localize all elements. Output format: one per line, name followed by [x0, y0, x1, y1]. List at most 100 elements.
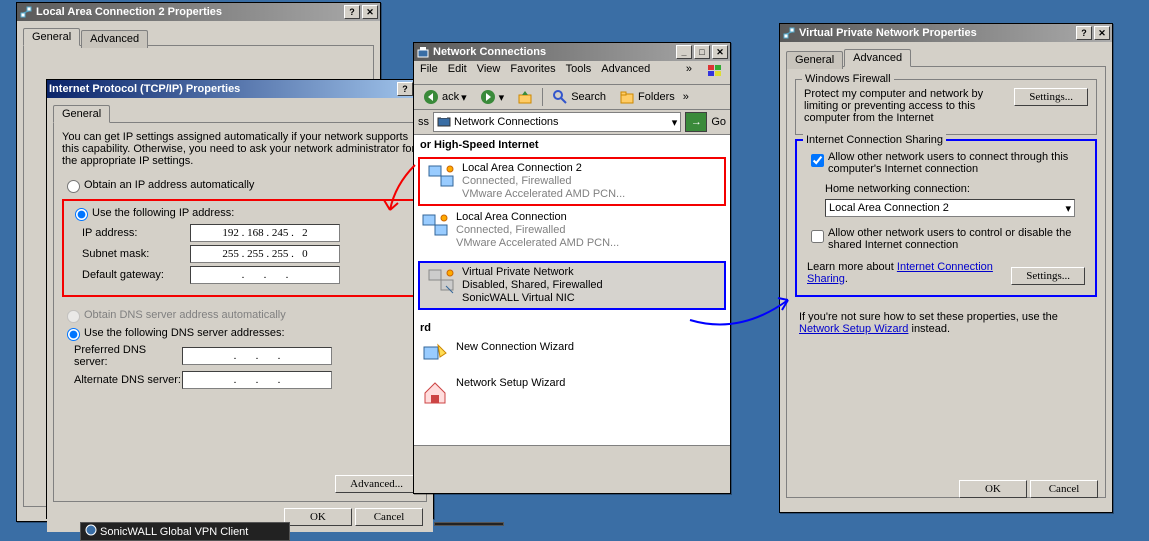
radio-static-dns[interactable]: [67, 328, 80, 341]
vpn-title: Virtual Private Network Properties: [799, 27, 977, 39]
conn-name: Local Area Connection 2: [462, 162, 625, 175]
lac-titlebar[interactable]: Local Area Connection 2 Properties ? ✕: [17, 3, 380, 21]
network-connections-window: Network Connections _ □ ✕ File Edit View…: [413, 42, 731, 494]
conn-status: Disabled, Shared, Firewalled: [462, 279, 603, 292]
address-bar: ss Network Connections ▾ → Go: [414, 110, 730, 135]
conn-name: Virtual Private Network: [462, 266, 603, 279]
address-field[interactable]: Network Connections ▾: [433, 112, 681, 132]
default-gateway-field[interactable]: [190, 266, 340, 284]
label-adns: Alternate DNS server:: [62, 374, 182, 386]
menu-edit[interactable]: Edit: [448, 63, 467, 82]
tab-general[interactable]: General: [53, 105, 110, 123]
menu-overflow-icon[interactable]: »: [686, 63, 692, 82]
cancel-button[interactable]: Cancel: [355, 508, 423, 526]
minimize-button[interactable]: _: [676, 45, 692, 59]
category-wizard: rd: [414, 318, 730, 338]
ip-address-field[interactable]: [190, 224, 340, 242]
cancel-button[interactable]: Cancel: [1030, 480, 1098, 498]
lan-disabled-icon: [426, 266, 456, 296]
conn-adapter: VMware Accelerated AMD PCN...: [456, 237, 619, 250]
label-static-dns: Use the following DNS server addresses:: [84, 327, 285, 339]
connection-item-vpn[interactable]: Virtual Private Network Disabled, Shared…: [418, 261, 726, 310]
label-ip: IP address:: [70, 227, 190, 239]
label-gateway: Default gateway:: [70, 269, 190, 281]
category-lan: or High-Speed Internet: [414, 135, 730, 155]
tab-general[interactable]: General: [23, 28, 80, 46]
legend-firewall: Windows Firewall: [802, 73, 894, 85]
home-connection-dropdown[interactable]: Local Area Connection 2 ▾: [825, 199, 1075, 217]
tcpip-properties-window: Internet Protocol (TCP/IP) Properties ? …: [46, 79, 434, 519]
network-setup-wizard-link[interactable]: Network Setup Wizard: [799, 323, 908, 335]
netconn-title: Network Connections: [433, 46, 546, 58]
toolbar: ack ▾ ▾ Search Folders »: [414, 85, 730, 110]
help-button[interactable]: ?: [344, 5, 360, 19]
label-allow-control: Allow other network users to control or …: [828, 227, 1085, 251]
wizard-label: New Connection Wizard: [456, 341, 574, 354]
tab-advanced[interactable]: Advanced: [844, 49, 911, 67]
checkbox-allow-connect[interactable]: [811, 154, 824, 167]
advanced-button[interactable]: Advanced...: [335, 475, 418, 493]
radio-auto-ip[interactable]: [67, 180, 80, 193]
preferred-dns-field[interactable]: [182, 347, 332, 365]
tab-general[interactable]: General: [786, 51, 843, 69]
help-button[interactable]: ?: [397, 82, 413, 96]
wizard-new-connection[interactable]: New Connection Wizard: [414, 338, 730, 374]
maximize-button[interactable]: □: [694, 45, 710, 59]
radio-static-ip[interactable]: [75, 208, 88, 221]
alternate-dns-field[interactable]: [182, 371, 332, 389]
folders-button[interactable]: Folders: [614, 87, 679, 107]
conn-adapter: SonicWALL Virtual NIC: [462, 292, 603, 305]
menu-tools[interactable]: Tools: [566, 63, 592, 82]
firewall-settings-button[interactable]: Settings...: [1014, 88, 1088, 106]
netconn-titlebar[interactable]: Network Connections _ □ ✕: [414, 43, 730, 61]
ok-button[interactable]: OK: [284, 508, 352, 526]
tcpip-titlebar[interactable]: Internet Protocol (TCP/IP) Properties ? …: [47, 80, 433, 98]
close-button[interactable]: ✕: [1094, 26, 1110, 40]
label-allow-connect: Allow other network users to connect thr…: [828, 151, 1085, 175]
ics-settings-button[interactable]: Settings...: [1011, 267, 1085, 285]
help-button[interactable]: ?: [1076, 26, 1092, 40]
menu-advanced[interactable]: Advanced: [601, 63, 650, 82]
network-icon: [19, 5, 33, 19]
forward-icon: [479, 88, 497, 106]
conn-status: Connected, Firewalled: [462, 175, 625, 188]
chevron-down-icon: ▾: [1065, 202, 1071, 215]
close-button[interactable]: ✕: [362, 5, 378, 19]
search-icon: [551, 88, 569, 106]
menu-view[interactable]: View: [477, 63, 501, 82]
address-label: ss: [418, 116, 429, 128]
label-mask: Subnet mask:: [70, 248, 190, 260]
checkbox-allow-control[interactable]: [811, 230, 824, 243]
close-button[interactable]: ✕: [712, 45, 728, 59]
forward-button[interactable]: ▾: [475, 87, 509, 107]
subnet-mask-field[interactable]: [190, 245, 340, 263]
vpn-titlebar[interactable]: Virtual Private Network Properties ? ✕: [780, 24, 1112, 42]
status-bar: [414, 445, 730, 463]
taskbar-item[interactable]: [434, 522, 504, 526]
menubar: File Edit View Favorites Tools Advanced …: [414, 61, 730, 85]
label-auto-dns: Obtain DNS server address automatically: [84, 309, 286, 321]
back-button[interactable]: ack ▾: [418, 87, 471, 107]
label-auto-ip: Obtain an IP address automatically: [84, 179, 254, 191]
label-pdns: Preferred DNS server:: [62, 344, 182, 368]
ok-button[interactable]: OK: [959, 480, 1027, 498]
toolbar-overflow-icon[interactable]: »: [683, 91, 689, 103]
dropdown-icon[interactable]: ▾: [672, 116, 678, 129]
up-button[interactable]: [512, 87, 538, 107]
go-button[interactable]: →: [685, 112, 707, 132]
menu-file[interactable]: File: [420, 63, 438, 82]
connection-item-lac2[interactable]: Local Area Connection 2 Connected, Firew…: [418, 157, 726, 206]
connection-item-lac[interactable]: Local Area Connection Connected, Firewal…: [414, 208, 730, 253]
home-connection-value: Local Area Connection 2: [829, 202, 949, 214]
wizard-label: Network Setup Wizard: [456, 377, 565, 390]
tcpip-description: You can get IP settings assigned automat…: [62, 131, 418, 167]
vpn-properties-window: Virtual Private Network Properties ? ✕ G…: [779, 23, 1113, 513]
wizard-network-setup[interactable]: Network Setup Wizard: [414, 374, 730, 410]
label-home-connection: Home networking connection:: [807, 183, 1085, 195]
firewall-text: Protect my computer and network by limit…: [804, 88, 1006, 124]
tab-advanced[interactable]: Advanced: [81, 30, 148, 48]
note-pre: If you're not sure how to set these prop…: [799, 311, 1058, 323]
menu-favorites[interactable]: Favorites: [510, 63, 555, 82]
conn-name: Local Area Connection: [456, 211, 619, 224]
search-button[interactable]: Search: [547, 87, 610, 107]
